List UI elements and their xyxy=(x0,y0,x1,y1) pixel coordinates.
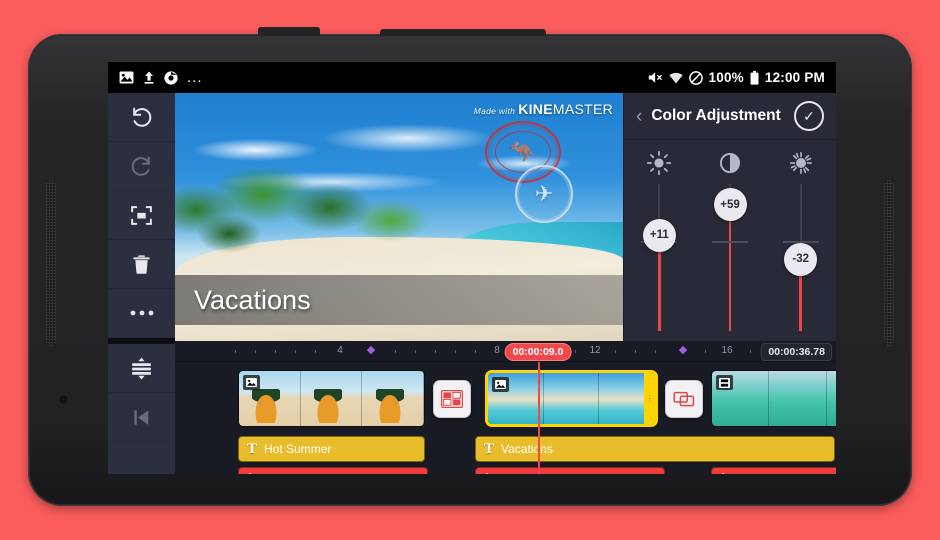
transition-crossfade[interactable] xyxy=(665,380,703,418)
audio-clip-2[interactable]: ♫ xyxy=(475,467,665,474)
panel-title: Color Adjustment xyxy=(651,107,781,124)
audio-icon: ♫ xyxy=(245,471,253,475)
contrast-slider[interactable]: +59 xyxy=(695,140,766,341)
brightness-icon xyxy=(645,149,673,177)
kinemaster-watermark: Made with KINEMASTER xyxy=(474,101,613,117)
back-chevron-icon[interactable]: ‹ xyxy=(636,107,642,126)
delete-button[interactable] xyxy=(108,240,175,289)
do-not-disturb-icon xyxy=(688,70,703,85)
speaker-grille-right xyxy=(884,180,894,346)
kangaroo-icon: 🦘 xyxy=(509,139,537,164)
clip-trim-handle[interactable]: ⋮ xyxy=(644,373,655,424)
timeline-ruler[interactable]: 4 ◆ 8 12 ◆ 16 00:00:09.0 00:00:36.78 xyxy=(175,341,836,362)
phone-screen: ... 100% 12:00 PM Made with KINEMASTER 🦘… xyxy=(108,62,836,474)
redo-button[interactable] xyxy=(108,142,175,191)
ruler-tick-4: 4 xyxy=(337,345,343,356)
audio-clip-3[interactable]: ♫ xyxy=(711,467,836,474)
saturation-slider[interactable]: -32 xyxy=(765,140,836,341)
upload-icon xyxy=(143,71,155,84)
text-clip-label: Hot Summer xyxy=(264,442,332,456)
ruler-marker-2: ◆ xyxy=(678,344,688,356)
stage: Made with KINEMASTER 🦘 ✈ Vacations ‹ Col… xyxy=(175,93,836,341)
status-bar-system: 100% 12:00 PM xyxy=(648,70,825,85)
status-more-icon: ... xyxy=(187,69,203,86)
ruler-tick-12: 12 xyxy=(589,345,601,356)
airplane-stamp: ✈ xyxy=(515,165,573,223)
audio-clip-1[interactable]: ♫ xyxy=(238,467,428,474)
fit-to-screen-button[interactable] xyxy=(108,191,175,240)
audio-icon: ♫ xyxy=(718,471,726,475)
confirm-button[interactable]: ✓ xyxy=(794,101,824,131)
editor-column: Made with KINEMASTER 🦘 ✈ Vacations ‹ Col… xyxy=(175,93,836,474)
image-icon xyxy=(119,71,134,84)
image-icon xyxy=(243,375,260,390)
panel-header: ‹ Color Adjustment ✓ xyxy=(624,93,836,140)
saturation-knob[interactable]: -32 xyxy=(784,242,818,276)
ruler-tick-8: 8 xyxy=(494,345,500,356)
chrome-icon xyxy=(164,70,178,85)
status-bar: ... 100% 12:00 PM xyxy=(108,62,836,93)
preview-trees xyxy=(175,152,435,262)
preview-caption-band: Vacations xyxy=(175,275,623,325)
clock-label: 12:00 PM xyxy=(764,70,825,85)
speaker-grille-left xyxy=(46,180,56,346)
mute-icon xyxy=(648,71,663,84)
video-clip-vacations[interactable]: ⋮ xyxy=(485,370,658,427)
phone-frame: ... 100% 12:00 PM Made with KINEMASTER 🦘… xyxy=(28,27,912,506)
battery-percent-label: 100% xyxy=(708,70,744,85)
front-camera xyxy=(58,394,69,405)
tool-rail xyxy=(108,93,175,474)
slider-group: +11 +59 -32 xyxy=(624,140,836,341)
text-type-icon: T xyxy=(484,440,495,457)
battery-icon xyxy=(750,70,759,85)
timeline-tracks[interactable]: ⋮ T Hot Summer T Vacations xyxy=(175,362,836,474)
brightness-knob[interactable]: +11 xyxy=(642,218,676,252)
saturation-icon xyxy=(787,149,815,177)
contrast-notch xyxy=(712,240,748,243)
contrast-knob[interactable]: +59 xyxy=(713,188,747,222)
image-icon xyxy=(492,377,509,392)
text-clip-label: Vacations xyxy=(501,442,553,456)
timeline[interactable]: 4 ◆ 8 12 ◆ 16 00:00:09.0 00:00:36.78 ⋮ T… xyxy=(175,341,836,474)
watermark-brand-bold: KINE xyxy=(518,101,553,117)
text-clip-vacations[interactable]: T Vacations xyxy=(475,436,835,462)
brightness-fill xyxy=(658,240,661,331)
text-type-icon: T xyxy=(247,440,258,457)
ruler-tick-16: 16 xyxy=(721,345,733,356)
current-time-badge[interactable]: 00:00:09.0 xyxy=(504,343,572,361)
jump-to-start-button[interactable] xyxy=(108,393,175,442)
total-time-badge: 00:00:36.78 xyxy=(761,343,832,361)
undo-button[interactable] xyxy=(108,93,175,142)
airplane-icon: ✈ xyxy=(534,181,554,206)
playhead[interactable] xyxy=(538,362,540,474)
app-body: Made with KINEMASTER 🦘 ✈ Vacations ‹ Col… xyxy=(108,93,836,474)
volume-button[interactable] xyxy=(380,29,546,37)
power-button[interactable] xyxy=(258,27,320,37)
ruler-marker-1: ◆ xyxy=(366,344,376,356)
text-clip-hot-summer[interactable]: T Hot Summer xyxy=(238,436,425,462)
color-adjustment-panel: ‹ Color Adjustment ✓ +11 +59 -32 xyxy=(623,93,836,341)
contrast-icon xyxy=(716,149,744,177)
audio-icon: ♫ xyxy=(482,471,490,475)
expand-tracks-button[interactable] xyxy=(108,344,175,393)
more-options-button[interactable] xyxy=(108,289,175,338)
video-preview[interactable]: Made with KINEMASTER 🦘 ✈ Vacations xyxy=(175,93,623,341)
brightness-slider[interactable]: +11 xyxy=(624,140,695,341)
wifi-icon xyxy=(668,72,683,84)
contrast-fill xyxy=(728,210,732,331)
preview-caption-text: Vacations xyxy=(194,284,311,315)
video-clip-reef[interactable] xyxy=(711,370,836,427)
transition-checkerboard[interactable] xyxy=(433,380,471,418)
video-clip-hot-summer[interactable] xyxy=(238,370,425,427)
video-icon xyxy=(716,375,733,390)
watermark-brand-light: MASTER xyxy=(552,101,613,117)
watermark-prefix: Made with xyxy=(473,106,516,116)
status-bar-notifications: ... xyxy=(119,69,648,86)
